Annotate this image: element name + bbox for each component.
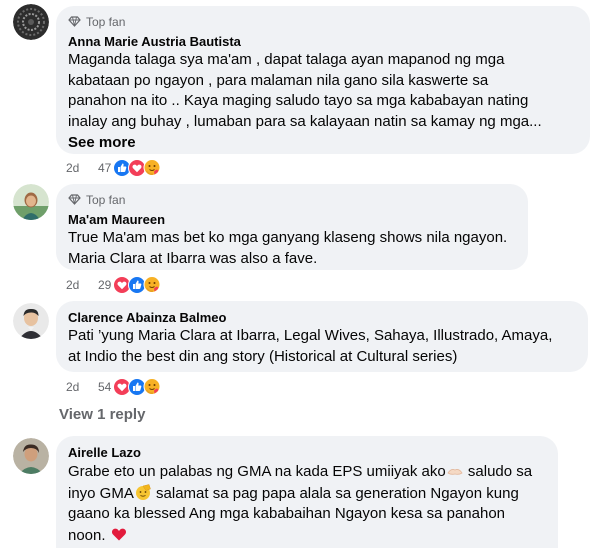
commenter-name[interactable]: Clarence Abainza Balmeo [68,309,576,326]
diamond-icon [68,194,81,205]
reaction-count[interactable]: 47 [98,161,111,175]
comment-text-segment: noon. [68,526,106,544]
comment-line: Maganda talaga sya ma'am , dapat talaga … [68,51,505,68]
comment-text: Grabe eto un palabas ng GMA na kada EPS … [68,461,546,546]
praying-hands-icon [447,469,463,475]
comment-line: gaano ka blessed Ang mga kababaihan Ngay… [68,505,505,522]
avatar[interactable] [13,438,49,474]
care-icon [143,159,161,176]
diamond-icon [68,16,81,27]
reaction-count[interactable]: 29 [98,278,111,292]
commenter-name[interactable]: Ma'am Maureen [68,211,516,228]
comment-text-segment: inyo GMA [68,484,134,502]
commenter-name[interactable]: Airelle Lazo [68,444,546,461]
comment-meta: 2d 29 [66,275,161,295]
timestamp[interactable]: 2d [66,380,98,394]
see-more-link[interactable]: See more [68,133,578,153]
top-fan-badge: Top fan [68,14,578,29]
red-heart-icon [111,528,126,540]
salute-face-icon [135,483,151,500]
comment-text: Pati ’yung Maria Clara at Ibarra, Legal … [68,326,576,367]
comment-line: panahon na ito .. Kaya maging saludo tay… [68,92,529,109]
badge-label: Top fan [86,192,126,207]
comment-text: Maganda talaga sya ma'am , dapat talaga … [68,50,578,132]
comment-text: True Ma'am mas bet ko mga ganyang klasen… [68,228,516,269]
reaction-icons[interactable] [113,378,161,396]
comment-line: at Indio the best din ang story (Histori… [68,347,458,365]
comment-bubble: Clarence Abainza Balmeo Pati ’yung Maria… [56,301,588,372]
comment-bubble: Top fan Anna Marie Austria Bautista Maga… [56,6,590,154]
avatar[interactable] [13,4,49,40]
commenter-name[interactable]: Anna Marie Austria Bautista [68,33,578,50]
view-replies-link[interactable]: View 1 reply [59,406,145,423]
avatar[interactable] [13,184,49,220]
comment-line: Grabe eto un palabas ng GMA na kada EPS … [68,461,546,483]
comment-line: Pati ’yung Maria Clara at Ibarra, Legal … [68,327,553,344]
comment-bubble: Top fan Ma'am Maureen True Ma'am mas bet… [56,184,528,270]
comment-line: True Ma'am mas bet ko mga ganyang klasen… [68,229,508,246]
comment-line: noon. [68,525,546,547]
comment-meta: 2d 47 [66,158,161,178]
reaction-icons[interactable] [113,276,161,294]
top-fan-badge: Top fan [68,192,516,207]
badge-label: Top fan [86,14,126,29]
comment-text-segment: saludo sa [463,463,533,480]
reaction-icons[interactable] [113,159,161,177]
comment-meta: 2d 54 [66,377,161,397]
reaction-count[interactable]: 54 [98,380,111,394]
avatar[interactable] [13,303,49,339]
care-icon [143,378,161,395]
comment-bubble: Airelle Lazo Grabe eto un palabas ng GMA… [56,436,558,548]
comment-line: inyo GMA salamat sa pag papa alala sa ge… [68,483,546,505]
comment-line: Maria Clara at Ibarra was also a fave. [68,249,318,267]
comment-line: inalay ang buhay , lumaban para sa kalay… [68,112,542,130]
care-icon [143,276,161,293]
comment-line: kabataan po ngayon , para malaman nila g… [68,71,489,89]
comment-text-segment: Grabe eto un palabas ng GMA na kada EPS … [68,463,446,480]
timestamp[interactable]: 2d [66,278,98,292]
comment-text-segment: salamat sa pag papa alala sa generation … [151,484,519,502]
timestamp[interactable]: 2d [66,161,98,175]
